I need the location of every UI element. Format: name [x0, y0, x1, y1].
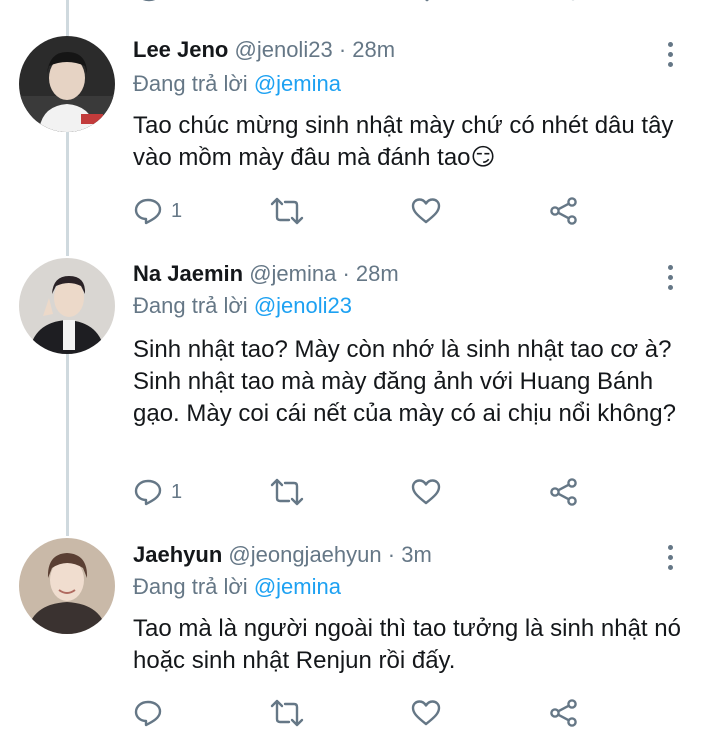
tweet-text: Tao mà là người ngoài thì tao tưởng là s… [133, 615, 681, 674]
tweet-header: Na Jaemin @jemina · 28m [133, 260, 399, 288]
retweet-button[interactable] [270, 196, 304, 226]
tweet-text: Tao chúc mừng sinh nhật mày chứ có nhét … [133, 112, 674, 171]
like-button[interactable] [411, 196, 441, 226]
reply-button[interactable] [133, 698, 171, 728]
avatar[interactable] [19, 538, 115, 634]
mention-link[interactable]: @jemina [254, 71, 341, 96]
reply-prefix: Đang trả lời [133, 293, 248, 318]
mention-link[interactable]: @jenoli23 [254, 293, 352, 318]
display-name[interactable]: Lee Jeno [133, 37, 228, 62]
avatar[interactable] [19, 36, 115, 132]
share-button[interactable] [549, 698, 579, 728]
action-bar: 1 [133, 196, 593, 226]
tweet[interactable]: Lee Jeno @jenoli23 · 28m Đang trả lời @j… [0, 0, 720, 245]
reply-context: Đang trả lời @jemina [133, 70, 341, 98]
display-name[interactable]: Jaehyun [133, 542, 222, 567]
tweet-header: Lee Jeno @jenoli23 · 28m [133, 36, 395, 64]
handle[interactable]: @jeongjaehyun [228, 542, 381, 567]
share-icon [550, 478, 577, 506]
reply-icon [134, 700, 162, 727]
retweet-icon [270, 197, 304, 225]
reply-icon [134, 198, 162, 225]
like-icon [411, 198, 441, 224]
retweet-button[interactable] [270, 698, 304, 728]
tweet-text: Sinh nhật tao? Mày còn nhớ là sinh nhật … [133, 336, 676, 427]
timestamp[interactable]: 3m [401, 542, 432, 567]
more-vertical-icon[interactable] [658, 263, 682, 293]
handle[interactable]: @jemina [249, 261, 336, 286]
reply-count: 1 [171, 480, 183, 503]
share-icon [550, 699, 577, 727]
reply-icon [134, 479, 162, 506]
tweet-header: Jaehyun @jeongjaehyun · 3m [133, 541, 432, 569]
reply-context: Đang trả lời @jenoli23 [133, 292, 352, 320]
retweet-icon [270, 699, 304, 727]
share-button[interactable] [549, 196, 579, 226]
separator-dot: · [338, 37, 347, 62]
retweet-icon [270, 478, 304, 506]
retweet-button[interactable] [270, 477, 304, 507]
reply-context: Đang trả lời @jemina [133, 573, 341, 601]
more-vertical-icon[interactable] [658, 40, 682, 70]
display-name[interactable]: Na Jaemin [133, 261, 243, 286]
reply-count: 1 [171, 199, 183, 222]
action-bar [133, 698, 593, 728]
tweet[interactable]: Jaehyun @jeongjaehyun · 3m Đang trả lời … [0, 525, 720, 739]
handle[interactable]: @jenoli23 [235, 37, 333, 62]
share-icon [550, 197, 577, 225]
reply-button[interactable]: 1 [133, 477, 182, 507]
reply-prefix: Đang trả lời [133, 574, 248, 599]
like-button[interactable] [411, 698, 441, 728]
more-vertical-icon[interactable] [658, 543, 682, 573]
action-bar: 1 [133, 477, 593, 507]
timestamp[interactable]: 28m [356, 261, 399, 286]
separator-dot: · [387, 542, 396, 567]
tweet[interactable]: Na Jaemin @jemina · 28m Đang trả lời @je… [0, 245, 720, 525]
reply-button[interactable]: 1 [133, 196, 182, 226]
mention-link[interactable]: @jemina [254, 574, 341, 599]
timestamp[interactable]: 28m [352, 37, 395, 62]
share-button[interactable] [549, 477, 579, 507]
like-button[interactable] [411, 477, 441, 507]
separator-dot: · [342, 261, 350, 286]
like-icon [411, 479, 441, 505]
reply-prefix: Đang trả lời [133, 71, 248, 96]
avatar[interactable] [19, 258, 115, 354]
like-icon [411, 700, 441, 726]
